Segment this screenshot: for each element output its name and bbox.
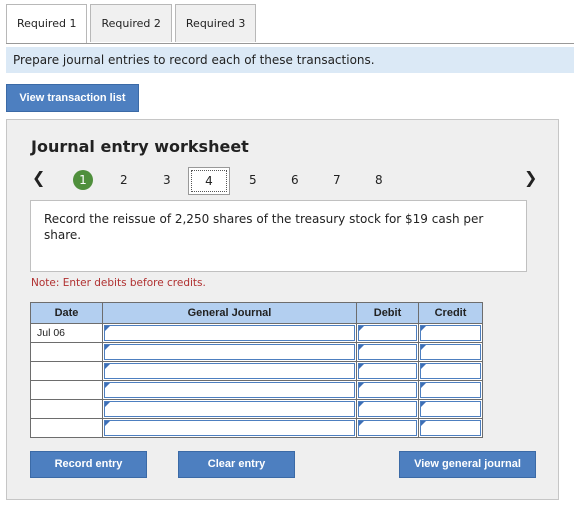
view-transaction-list-button[interactable]: View transaction list (6, 84, 139, 112)
credit-input[interactable] (420, 325, 481, 341)
credit-column-header: Credit (418, 302, 483, 324)
account-cell (102, 418, 357, 438)
clear-entry-button[interactable]: Clear entry (178, 451, 295, 478)
date-cell (30, 380, 103, 400)
debit-input[interactable] (358, 325, 417, 341)
account-cell (102, 361, 357, 381)
date-cell: Jul 06 (30, 323, 103, 343)
table-row (30, 342, 483, 362)
credit-cell (418, 418, 483, 438)
account-cell (102, 380, 357, 400)
account-cell (102, 323, 357, 343)
debit-cell (356, 399, 419, 419)
date-cell (30, 418, 103, 438)
credit-input[interactable] (420, 363, 481, 379)
step-2[interactable]: 2 (120, 173, 128, 187)
account-select[interactable] (104, 382, 355, 398)
debit-input[interactable] (358, 344, 417, 360)
debit-input[interactable] (358, 363, 417, 379)
debit-cell (356, 361, 419, 381)
instruction-banner: Prepare journal entries to record each o… (6, 47, 574, 73)
account-select[interactable] (104, 325, 355, 341)
tab-required-3[interactable]: Required 3 (174, 4, 257, 42)
tab-required-1[interactable]: Required 1 (6, 4, 88, 44)
account-select[interactable] (104, 363, 355, 379)
step-4-current[interactable]: 4 (188, 167, 230, 195)
date-column-header: Date (30, 302, 103, 324)
debit-column-header: Debit (356, 302, 419, 324)
account-cell (102, 342, 357, 362)
account-cell (102, 399, 357, 419)
step-5[interactable]: 5 (249, 173, 257, 187)
debits-credits-note: Note: Enter debits before credits. (31, 277, 206, 289)
credit-cell (418, 342, 483, 362)
general-journal-column-header: General Journal (102, 302, 357, 324)
credit-input[interactable] (420, 382, 481, 398)
credit-cell (418, 323, 483, 343)
table-row (30, 399, 483, 419)
chevron-right-icon[interactable]: ❯ (524, 168, 537, 187)
step-8[interactable]: 8 (375, 173, 383, 187)
date-cell (30, 399, 103, 419)
account-select[interactable] (104, 401, 355, 417)
table-row (30, 380, 483, 400)
journal-entry-worksheet-panel: Journal entry worksheet ❮ 1 2 3 4 5 6 7 … (6, 119, 559, 500)
view-general-journal-button[interactable]: View general journal (399, 451, 536, 478)
debit-input[interactable] (358, 382, 417, 398)
credit-cell (418, 399, 483, 419)
credit-cell (418, 380, 483, 400)
journal-entry-table: Date General Journal Debit Credit Jul 06 (30, 302, 483, 438)
credit-input[interactable] (420, 344, 481, 360)
credit-input[interactable] (420, 420, 481, 436)
step-7[interactable]: 7 (333, 173, 341, 187)
step-6[interactable]: 6 (291, 173, 299, 187)
debit-cell (356, 323, 419, 343)
debit-cell (356, 342, 419, 362)
account-select[interactable] (104, 344, 355, 360)
record-entry-button[interactable]: Record entry (30, 451, 147, 478)
table-row (30, 361, 483, 381)
debit-input[interactable] (358, 401, 417, 417)
debit-cell (356, 418, 419, 438)
table-row (30, 418, 483, 438)
credit-input[interactable] (420, 401, 481, 417)
transaction-description: Record the reissue of 2,250 shares of th… (30, 200, 527, 272)
tabs-divider (6, 43, 574, 44)
debit-cell (356, 380, 419, 400)
debit-input[interactable] (358, 420, 417, 436)
requirement-tabs: Required 1 Required 2 Required 3 (6, 4, 259, 44)
credit-cell (418, 361, 483, 381)
tab-required-2[interactable]: Required 2 (90, 4, 172, 42)
table-row: Jul 06 (30, 323, 483, 343)
step-3[interactable]: 3 (163, 173, 171, 187)
worksheet-title: Journal entry worksheet (31, 137, 249, 156)
chevron-left-icon[interactable]: ❮ (32, 168, 45, 187)
date-cell (30, 361, 103, 381)
account-select[interactable] (104, 420, 355, 436)
step-1-completed[interactable]: 1 (73, 170, 93, 190)
date-cell (30, 342, 103, 362)
